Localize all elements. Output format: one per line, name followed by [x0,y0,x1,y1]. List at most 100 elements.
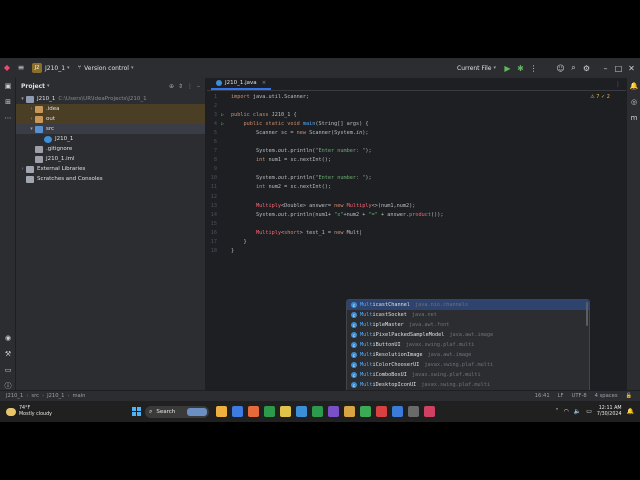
tree-arrow-icon[interactable]: › [19,166,26,172]
database-tool-icon[interactable]: ◎ [627,94,640,110]
completion-item[interactable]: c MultipleMaster java.awt.font [347,320,589,330]
project-panel-title[interactable]: Project [21,83,45,90]
tree-item[interactable]: ▾ src [16,124,205,134]
tree-item[interactable]: .gitignore [16,144,205,154]
windows-start-icon[interactable] [132,407,141,416]
code-area[interactable]: ⚠ 7 ✓ 2 1 import java.util.Scanner; 2 3 ▷ pub… [207,92,626,256]
code-line[interactable]: 16 Multiply<short> test_1 = new Mult| [207,228,626,237]
notification-bell-icon[interactable]: 🔔 [627,408,634,415]
code-line[interactable]: 6 [207,137,626,146]
code-line[interactable]: 12 [207,192,626,201]
breadcrumb-method[interactable]: main [72,393,85,399]
weather-widget[interactable]: 74°F Mostly cloudy [6,406,52,418]
chevron-down-icon[interactable]: ▾ [47,83,50,89]
app-logo-icon[interactable]: ◆ [0,58,14,78]
account-icon[interactable]: ☺ [554,58,567,78]
more-actions-icon[interactable]: ⋮ [527,58,540,78]
completion-item[interactable]: c MultiButtonUI javax.swing.plaf.multi [347,340,589,350]
volume-icon[interactable]: 🔈 [574,408,581,415]
code-line[interactable]: 4 ▷ public static void main(String[] args… [207,119,626,128]
taskbar-app-icon[interactable] [312,406,323,417]
build-tool-icon[interactable]: ⚒ [0,346,16,362]
taskbar-search[interactable]: ⌕ Search [145,405,209,418]
completion-scrollbar[interactable] [586,302,588,326]
collapse-all-icon[interactable]: ⇕ [178,83,183,90]
wifi-icon[interactable]: ◠ [564,408,569,415]
more-tools-icon[interactable]: ⋯ [0,110,16,126]
code-line[interactable]: 10 System.out.println("Enter number: "); [207,174,626,183]
taskbar-app-icon[interactable] [376,406,387,417]
tree-arrow-icon[interactable]: ▾ [19,96,26,102]
search-icon[interactable]: ⌕ [567,58,580,78]
taskbar-app-icon[interactable] [280,406,291,417]
tree-arrow-icon[interactable]: ▾ [28,126,35,132]
structure-tool-icon[interactable]: ⊞ [0,94,16,110]
taskbar-app-icon[interactable] [328,406,339,417]
tree-item[interactable]: J210_1 [16,134,205,144]
caret-position[interactable]: 16:41 [535,393,550,399]
completion-item[interactable]: c MultiResolutionImage java.awt.image [347,350,589,360]
tree-item[interactable]: Scratches and Consoles [16,174,205,184]
clock[interactable]: 12:11 AM 7/30/2024 [597,406,622,418]
code-line[interactable]: 11 int num2 = sc.nextInt(); [207,183,626,192]
lock-icon[interactable]: 🔓 [626,393,632,399]
locate-icon[interactable]: ⊕ [169,83,174,90]
close-tab-icon[interactable]: × [262,80,267,86]
taskbar-app-icon[interactable] [408,406,419,417]
code-line[interactable]: 14 System.out.println(num1+ "x"+num2 + "… [207,210,626,219]
run-icon[interactable]: ▶ [501,58,514,78]
chevron-up-icon[interactable]: ˄ [556,408,559,415]
taskbar-app-icon[interactable] [296,406,307,417]
taskbar-app-icon[interactable] [216,406,227,417]
hide-panel-icon[interactable]: – [197,83,200,90]
taskbar-app-icon[interactable] [360,406,371,417]
code-line[interactable]: 8 int num1 = sc.nextInt(); [207,156,626,165]
taskbar-app-icon[interactable] [424,406,435,417]
tree-item[interactable]: ▾ J210_1 C:\Users\UR\IdeaProjects\J210_1 [16,94,205,104]
code-line[interactable]: 3 ▷ public class J210_1 { [207,110,626,119]
code-line[interactable]: 1 import java.util.Scanner; [207,92,626,101]
minimize-icon[interactable]: – [599,58,612,78]
code-line[interactable]: 9 [207,165,626,174]
taskbar-app-icon[interactable] [344,406,355,417]
terminal-tool-icon[interactable]: ▭ [0,362,16,378]
battery-icon[interactable]: ▭ [586,408,592,415]
tree-item[interactable]: › .idea [16,104,205,114]
taskbar-app-icon[interactable] [248,406,259,417]
taskbar-app-icon[interactable] [264,406,275,417]
notifications-icon[interactable]: 🔔 [627,78,640,94]
tab-options-icon[interactable]: ⋮ [615,81,621,88]
file-encoding[interactable]: UTF-8 [572,393,587,399]
code-line[interactable]: 17 } [207,238,626,247]
code-line[interactable]: 2 [207,101,626,110]
maven-tool-icon[interactable]: m [627,110,640,126]
completion-item[interactable]: c MultiComboBoxUI javax.swing.plaf.multi [347,370,589,380]
run-gutter-icon[interactable]: ▷ [221,121,231,127]
inspection-widget[interactable]: ⚠ 7 ✓ 2 [590,94,610,100]
tree-arrow-icon[interactable]: › [28,116,35,122]
completion-item[interactable]: c MultiColorChooserUI javax.swing.plaf.mul… [347,360,589,370]
breadcrumb-class[interactable]: J210_1 [47,393,64,399]
close-icon[interactable]: ✕ [625,58,638,78]
taskbar-app-icon[interactable] [392,406,403,417]
code-line[interactable]: 13 Multiply<Double> answer= new Multiply… [207,201,626,210]
code-line[interactable]: 15 [207,219,626,228]
project-tool-icon[interactable]: ▣ [0,78,16,94]
code-line[interactable]: 5 Scanner sc = new Scanner(System.in); [207,128,626,137]
panel-options-icon[interactable]: ⋮ [187,83,193,90]
code-line[interactable]: 18} [207,247,626,256]
indent-setting[interactable]: 4 spaces [595,393,618,399]
code-line[interactable]: 7 System.out.println("Enter number: "); [207,147,626,156]
breadcrumb-project[interactable]: J210_1 [6,393,23,399]
tab-j210-1-java[interactable]: J210_1.java × [211,78,272,90]
completion-item[interactable]: c MulticastSocket java.net [347,310,589,320]
vcs-widget[interactable]: ⑂ Version control ▾ [78,58,134,78]
tree-item[interactable]: › out [16,114,205,124]
completion-item[interactable]: c MultiPixelPackedSampleModel java.awt.ima… [347,330,589,340]
completion-item[interactable]: c MulticastChannel java.nio.channels [347,300,589,310]
settings-gear-icon[interactable]: ⚙ [580,58,593,78]
main-menu-icon[interactable]: ≡ [14,58,28,78]
tree-item[interactable]: › External Libraries [16,164,205,174]
breadcrumb-src[interactable]: src [31,393,39,399]
completion-item[interactable]: c MultiDesktopIconUI javax.swing.plaf.mult… [347,380,589,390]
